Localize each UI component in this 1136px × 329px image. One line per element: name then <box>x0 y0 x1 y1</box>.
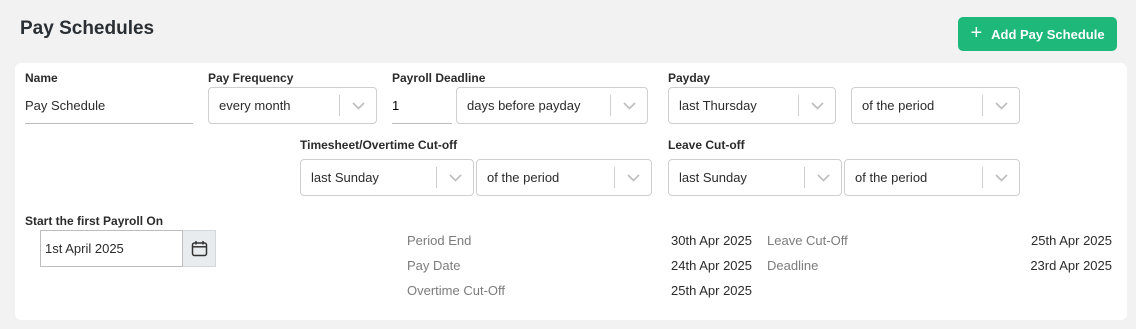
payday-period-select[interactable]: of the period <box>851 87 1020 124</box>
summary-overtime-cutoff-value: 25th Apr 2025 <box>671 283 752 298</box>
summary-deadline-value: 23rd Apr 2025 <box>1030 258 1112 273</box>
add-pay-schedule-label: Add Pay Schedule <box>991 26 1105 42</box>
pay-schedule-card: Name Pay Frequency every month Payroll D… <box>15 63 1127 320</box>
page-title: Pay Schedules <box>20 18 155 39</box>
summary-period-end-value: 30th Apr 2025 <box>671 233 752 248</box>
timesheet-cutoff-day-select[interactable]: last Sunday <box>300 159 474 196</box>
leave-cutoff-period-value: of the period <box>855 170 928 185</box>
payday-day-value: last Thursday <box>679 98 757 113</box>
payday-period-value: of the period <box>862 98 935 113</box>
timesheet-cutoff-day-value: last Sunday <box>311 170 379 185</box>
start-payroll-label: Start the first Payroll On <box>25 214 164 228</box>
payday-label: Payday <box>668 71 711 85</box>
leave-cutoff-period-select[interactable]: of the period <box>844 159 1020 196</box>
chevron-down-icon <box>799 101 835 110</box>
deadline-days-input[interactable] <box>392 87 452 124</box>
payroll-deadline-label: Payroll Deadline <box>392 71 486 85</box>
payday-day-select[interactable]: last Thursday <box>668 87 836 124</box>
calendar-icon[interactable] <box>183 230 216 267</box>
add-pay-schedule-button[interactable]: + Add Pay Schedule <box>958 17 1117 51</box>
timesheet-cutoff-period-select[interactable]: of the period <box>476 159 652 196</box>
summary-period-end-label: Period End <box>407 233 472 248</box>
plus-icon: + <box>970 22 983 44</box>
chevron-down-icon <box>340 101 376 110</box>
chevron-down-icon <box>611 101 647 110</box>
deadline-unit-select[interactable]: days before payday <box>456 87 648 124</box>
chevron-down-icon <box>805 173 841 182</box>
name-label: Name <box>25 71 58 85</box>
name-input[interactable] <box>25 87 193 124</box>
pay-frequency-value: every month <box>219 98 291 113</box>
leave-cutoff-day-value: last Sunday <box>679 170 747 185</box>
chevron-down-icon <box>437 173 473 182</box>
pay-frequency-label: Pay Frequency <box>208 71 294 85</box>
summary-leave-cutoff-label: Leave Cut-Off <box>767 233 848 248</box>
summary-deadline-label: Deadline <box>767 258 819 273</box>
leave-cutoff-label: Leave Cut-off <box>668 138 745 152</box>
timesheet-cutoff-label: Timesheet/Overtime Cut-off <box>300 138 458 152</box>
leave-cutoff-day-select[interactable]: last Sunday <box>668 159 842 196</box>
timesheet-cutoff-period-value: of the period <box>487 170 560 185</box>
summary-pay-date-value: 24th Apr 2025 <box>671 258 752 273</box>
chevron-down-icon <box>615 173 651 182</box>
summary-pay-date-label: Pay Date <box>407 258 461 273</box>
start-payroll-date-input[interactable] <box>40 230 183 267</box>
summary-overtime-cutoff-label: Overtime Cut-Off <box>407 283 506 298</box>
pay-frequency-select[interactable]: every month <box>208 87 377 124</box>
chevron-down-icon <box>983 173 1019 182</box>
chevron-down-icon <box>983 101 1019 110</box>
deadline-unit-value: days before payday <box>467 98 581 113</box>
summary-leave-cutoff-value: 25th Apr 2025 <box>1031 233 1112 248</box>
